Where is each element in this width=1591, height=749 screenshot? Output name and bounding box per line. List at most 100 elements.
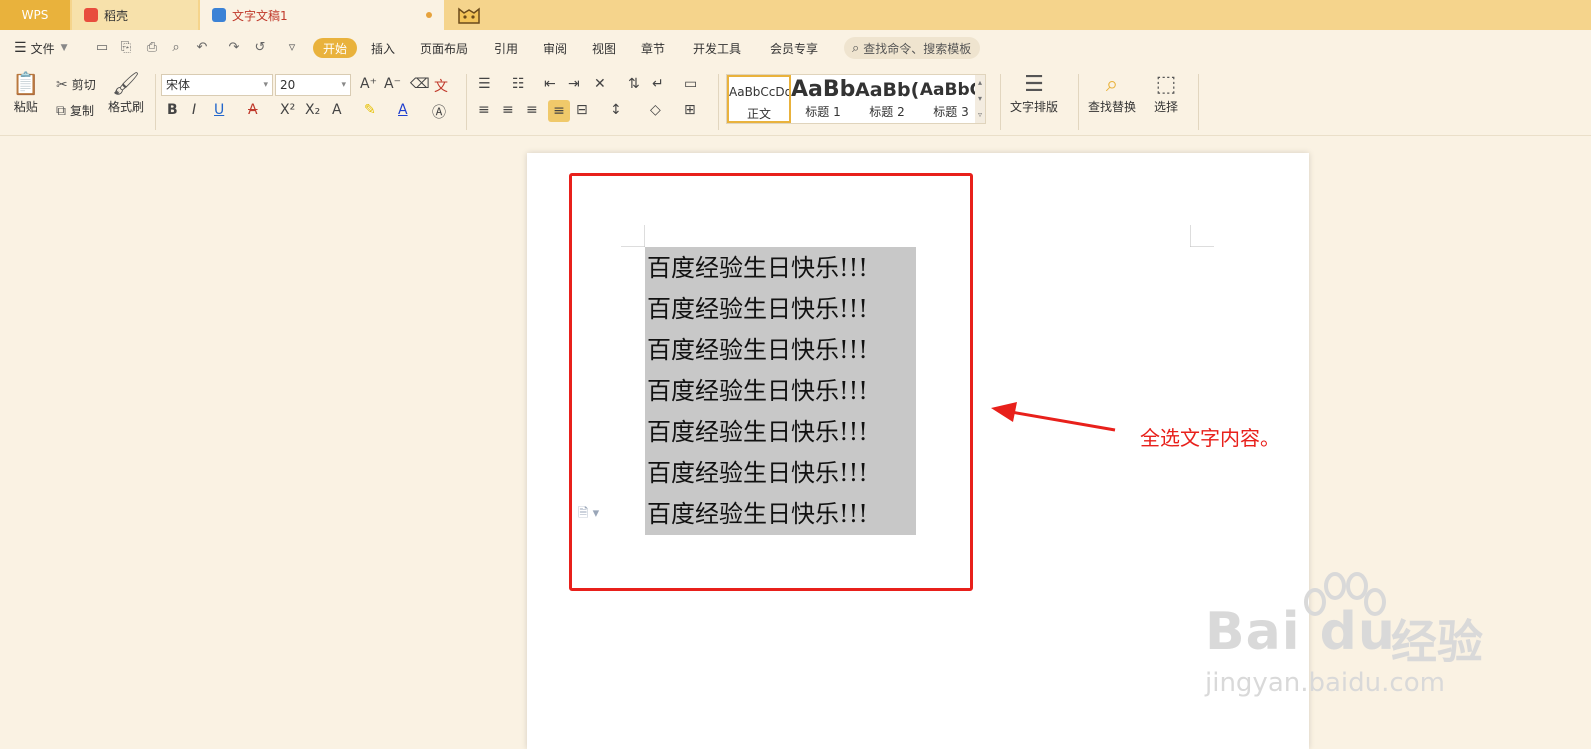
find-replace-button[interactable]: ⌕ 查找替换 [1088, 72, 1136, 115]
menu-tab-review[interactable]: 审阅 [543, 38, 567, 58]
align-left-icon[interactable]: ≡ [478, 102, 490, 118]
menu-tab-page-layout[interactable]: 页面布局 [420, 38, 468, 58]
numbered-list-icon[interactable]: ☷ [512, 76, 525, 92]
align-right-icon[interactable]: ≡ [526, 102, 538, 118]
tab-document-label: 文字文稿1 [232, 8, 288, 23]
page-margin-corner-top-right [1190, 225, 1214, 247]
text-layout-label: 文字排版 [1010, 100, 1059, 114]
print-preview-icon[interactable]: ⌕ [168, 40, 184, 56]
customize-toolbar-icon[interactable]: ▿ [284, 40, 300, 56]
file-menu-label: 文件 [30, 41, 55, 56]
font-name-select[interactable]: 宋体 [161, 74, 273, 96]
tab-wps[interactable]: WPS [0, 0, 70, 30]
tab-docer[interactable]: 稻壳 [72, 0, 198, 30]
style-heading-1[interactable]: AaBb 标题 1 [791, 75, 855, 123]
text-layout-button[interactable]: ☰ 文字排版 [1010, 72, 1058, 115]
underline-icon[interactable]: U [214, 102, 224, 118]
clear-format-icon[interactable]: ⌫ [410, 76, 430, 92]
style-preview: AaBb [791, 77, 855, 102]
strikethrough-icon[interactable]: A [248, 102, 258, 118]
menu-tab-label: 章节 [641, 41, 666, 56]
gallery-scroll-icon[interactable]: ▴ ▾ ▿ [975, 75, 985, 123]
tab-document[interactable]: 文字文稿1 [200, 0, 444, 30]
increase-indent-icon[interactable]: ⇥ [568, 76, 580, 92]
watermark-url: jingyan.baidu.com [1205, 668, 1445, 698]
writer-icon [212, 8, 226, 22]
ribbon-toolbar: 📋 粘贴 ✂ 剪切 ⧉ 复制 🖌 格式刷 宋体 20 A⁺ A⁻ ⌫ 文 B I… [0, 66, 1591, 136]
bold-icon[interactable]: B [167, 102, 178, 118]
magnifier-icon: ⌕ [1105, 72, 1119, 97]
unsaved-dot-icon[interactable] [426, 12, 432, 18]
chevron-down-icon: ▼ [60, 43, 68, 53]
undo-icon[interactable]: ↶ [194, 40, 210, 56]
format-painter-button[interactable]: 🖌 格式刷 [108, 72, 144, 115]
shading-icon[interactable]: ◇ [650, 102, 661, 118]
font-color-icon[interactable]: A [398, 102, 408, 118]
menu-tab-member[interactable]: 会员专享 [770, 38, 818, 58]
distributed-align-icon[interactable]: ⊟ [576, 102, 588, 118]
style-normal[interactable]: AaBbCcDd 正文 [727, 75, 791, 123]
bullet-list-icon[interactable]: ☰ [478, 76, 491, 92]
ribbon-divider [718, 74, 719, 130]
ribbon-divider [1078, 74, 1079, 130]
chinese-layout-icon[interactable]: ✕ [594, 76, 606, 92]
menu-tab-developer[interactable]: 开发工具 [693, 38, 741, 58]
paste-button[interactable]: 📋 粘贴 [12, 72, 39, 115]
menu-tab-chapter[interactable]: 章节 [641, 38, 665, 58]
menu-tab-label: 开始 [323, 41, 348, 56]
repeat-icon[interactable]: ↺ [252, 40, 268, 56]
align-center-icon[interactable]: ≡ [502, 102, 514, 118]
mascot-icon[interactable] [456, 3, 482, 27]
text-effect-icon[interactable]: A [332, 102, 342, 118]
borders-icon[interactable]: ⊞ [684, 102, 696, 118]
grow-font-icon[interactable]: A⁺ [360, 76, 377, 92]
ribbon-divider [466, 74, 467, 130]
annotation-arrow-icon [991, 402, 1116, 432]
format-painter-label: 格式刷 [108, 100, 145, 114]
ribbon-divider [1000, 74, 1001, 130]
italic-icon[interactable]: I [192, 102, 196, 118]
phonetic-guide-icon[interactable]: 文 [434, 76, 448, 96]
text-layout-icon: ☰ [1024, 72, 1044, 97]
menu-tab-references[interactable]: 引用 [494, 38, 518, 58]
character-border-icon[interactable]: Ⓐ [432, 102, 446, 122]
copy-button[interactable]: ⧉ 复制 [56, 102, 94, 119]
save-icon[interactable]: ▭ [94, 40, 110, 56]
style-name: 标题 2 [869, 105, 905, 119]
copy-icon: ⧉ [56, 102, 66, 119]
highlight-icon[interactable]: ✎ [364, 102, 376, 118]
annotation-highlight-box [569, 173, 973, 591]
menu-tab-label: 插入 [371, 41, 396, 56]
superscript-icon[interactable]: X² [280, 102, 295, 118]
decrease-indent-icon[interactable]: ⇤ [544, 76, 556, 92]
font-size-select[interactable]: 20 [275, 74, 351, 96]
ribbon-divider [155, 74, 156, 130]
subscript-icon[interactable]: X₂ [305, 102, 320, 118]
export-icon[interactable]: ⎘ [118, 40, 134, 56]
menu-tab-label: 开发工具 [693, 41, 742, 56]
show-marks-icon[interactable]: ↵ [652, 76, 664, 92]
select-button[interactable]: ⬚ 选择 [1154, 72, 1178, 115]
scissors-icon: ✂ [56, 76, 68, 93]
tab-docer-label: 稻壳 [104, 8, 129, 23]
tab-wps-label: WPS [21, 8, 49, 22]
style-gallery: AaBbCcDd 正文 AaBb 标题 1 AaBb( 标题 2 AaBbC 标… [726, 74, 986, 124]
table-ruler-icon[interactable]: ▭ [684, 76, 697, 92]
menu-tab-home[interactable]: 开始 [313, 38, 358, 58]
menu-tab-view[interactable]: 视图 [592, 38, 616, 58]
watermark-logo: Bai du [1205, 602, 1396, 662]
cut-button[interactable]: ✂ 剪切 [56, 76, 96, 93]
menu-tab-insert[interactable]: 插入 [371, 38, 395, 58]
command-search-input[interactable]: ⌕ 查找命令、搜索模板 [844, 37, 980, 59]
shrink-font-icon[interactable]: A⁻ [384, 76, 401, 92]
style-preview: AaBb( [855, 79, 919, 101]
style-heading-3[interactable]: AaBbC 标题 3 [919, 75, 983, 123]
file-menu[interactable]: ☰ 文件 ▼ [14, 38, 68, 58]
style-heading-2[interactable]: AaBb( 标题 2 [855, 75, 919, 123]
line-spacing-icon[interactable]: ↕ [610, 102, 622, 118]
justify-icon[interactable]: ≡ [548, 100, 570, 122]
find-replace-label: 查找替换 [1088, 100, 1137, 114]
sort-icon[interactable]: ⇅ [628, 76, 640, 92]
print-icon[interactable]: ⎙ [144, 40, 160, 56]
redo-icon[interactable]: ↷ [226, 40, 242, 56]
